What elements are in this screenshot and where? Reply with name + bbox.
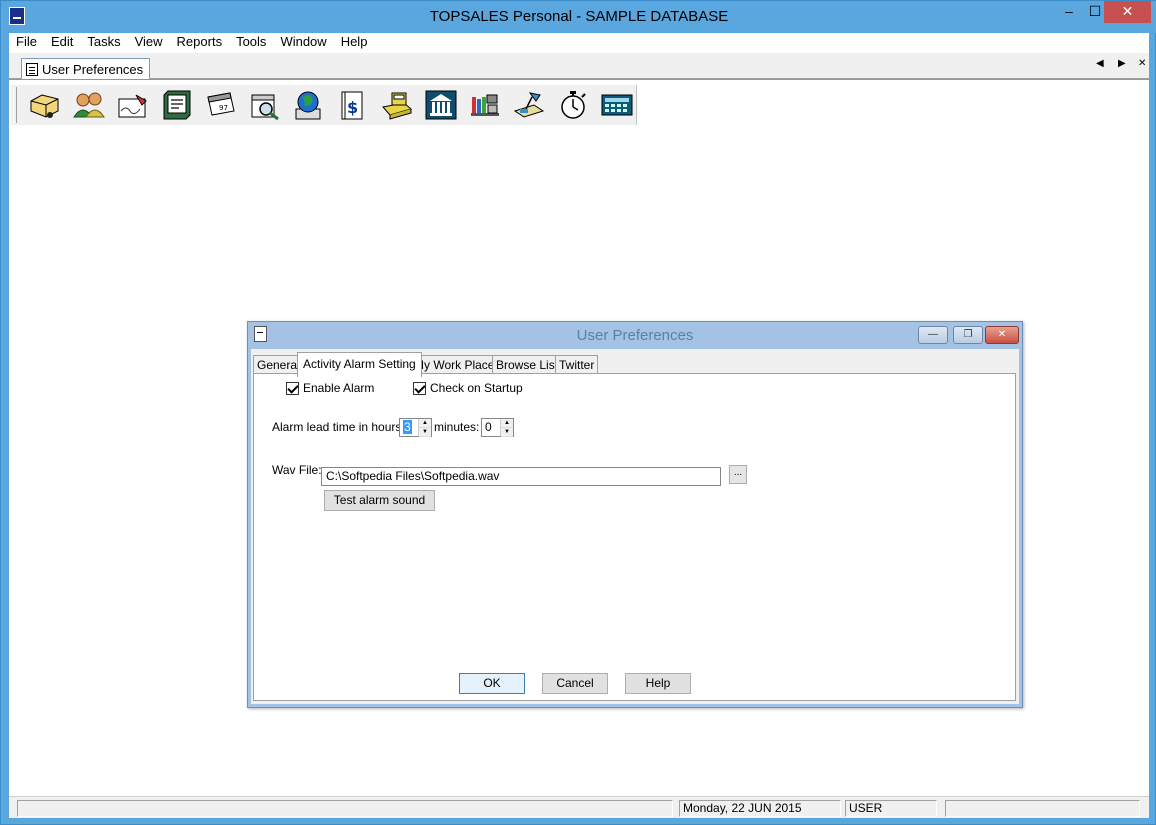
calendar-icon: 97 [207, 92, 235, 116]
stopwatch-icon [561, 91, 586, 119]
toolbar-grip[interactable] [13, 87, 17, 123]
signature-icon [118, 94, 147, 118]
billing-button[interactable]: $ [335, 88, 371, 122]
close-button[interactable]: ✕ [1104, 1, 1151, 23]
sales-button[interactable] [379, 88, 415, 122]
cancel-button[interactable]: Cancel [542, 673, 608, 694]
menu-file[interactable]: File [9, 33, 44, 53]
check-startup-checkbox[interactable] [413, 381, 426, 395]
desk-lamp-icon [513, 92, 545, 118]
tab-activity-alarm-setting[interactable]: Activity Alarm Setting [297, 352, 422, 377]
dialog-maximize-button[interactable]: ❐ [953, 326, 983, 344]
workplace-button[interactable] [511, 88, 547, 122]
internet-globe-icon [295, 91, 321, 120]
bank-button[interactable] [423, 88, 459, 122]
enable-alarm-checkbox[interactable] [286, 381, 299, 395]
minutes-spinner[interactable]: 0 ▲ ▼ [481, 418, 514, 437]
tab-twitter[interactable]: Twitter [555, 355, 599, 375]
document-icon [26, 62, 38, 76]
menu-reports[interactable]: Reports [170, 33, 230, 53]
contacts-button[interactable] [71, 88, 107, 122]
tab-my-work-place[interactable]: My Work Place [410, 355, 499, 375]
dialog-title: User Preferences [576, 327, 694, 344]
menu-tasks[interactable]: Tasks [80, 33, 127, 53]
dialog-body: General Activity Alarm Setting My Work P… [251, 349, 1019, 704]
status-panel-extra [945, 800, 1140, 817]
menu-bar: File Edit Tasks View Reports Tools Windo… [9, 33, 1149, 53]
check-startup-label: Check on Startup [430, 381, 523, 395]
calendar-button[interactable]: 97 [203, 88, 239, 122]
main-toolbar: 97 $ [11, 85, 637, 125]
letter-button[interactable] [115, 88, 151, 122]
wav-file-label: Wav File: [272, 463, 322, 477]
window-title: TOPSALES Personal - SAMPLE DATABASE [429, 8, 729, 25]
menu-window[interactable]: Window [273, 33, 333, 53]
dialog-title-bar: User Preferences — ❐ ✕ [248, 322, 1022, 348]
open-folder-icon [30, 94, 59, 118]
library-icon [471, 94, 499, 116]
minutes-value[interactable]: 0 [482, 419, 500, 436]
status-date: Monday, 22 JUN 2015 [679, 800, 841, 817]
search-magnifier-icon [251, 94, 279, 121]
svg-text:97: 97 [219, 104, 228, 112]
status-user: USER [845, 800, 937, 817]
tab-user-preferences[interactable]: User Preferences [21, 58, 151, 79]
menu-edit[interactable]: Edit [44, 33, 80, 53]
hours-down-arrow-icon[interactable]: ▼ [419, 428, 431, 437]
contacts-icon [73, 92, 105, 118]
help-button[interactable]: Help [625, 673, 691, 694]
tab-label: User Preferences [42, 61, 144, 77]
user-preferences-dialog: User Preferences — ❐ ✕ General Activity … [247, 321, 1023, 708]
open-folder-button[interactable] [27, 88, 63, 122]
minutes-label: minutes: [434, 420, 480, 434]
status-panel-message [17, 800, 673, 817]
menu-tools[interactable]: Tools [229, 33, 273, 53]
browse-wav-button[interactable]: ... [729, 465, 747, 484]
search-button[interactable] [247, 88, 283, 122]
document-tabstrip: User Preferences ◀ ▶ ✕ [9, 53, 1149, 79]
wav-file-input[interactable]: C:\Softpedia Files\Softpedia.wav [321, 467, 721, 486]
title-bar: TOPSALES Personal - SAMPLE DATABASE – ☐ … [1, 1, 1156, 33]
dialog-minimize-button[interactable]: — [918, 326, 948, 344]
timer-button[interactable] [555, 88, 591, 122]
status-bar: Monday, 22 JUN 2015 USER [9, 796, 1149, 818]
lead-time-label: Alarm lead time in hours: [272, 420, 405, 434]
toolbar-area: 97 $ [9, 80, 1149, 126]
alarm-settings-page: Enable Alarm Check on Startup Alarm lead… [253, 373, 1016, 701]
address-book-button[interactable] [159, 88, 195, 122]
calculator-button[interactable] [599, 88, 635, 122]
menu-view[interactable]: View [128, 33, 170, 53]
dialog-close-button[interactable]: ✕ [985, 326, 1019, 344]
tab-close-icon[interactable]: ✕ [1138, 58, 1146, 69]
ok-button[interactable]: OK [459, 673, 525, 694]
library-button[interactable] [467, 88, 503, 122]
hours-up-arrow-icon[interactable]: ▲ [419, 419, 431, 428]
hours-spinner[interactable]: 3 ▲ ▼ [399, 418, 432, 437]
svg-text:$: $ [347, 98, 358, 117]
calculator-icon [601, 94, 633, 116]
tab-browse-list[interactable]: Browse List [492, 355, 563, 375]
document-dollar-icon: $ [341, 91, 363, 120]
minutes-up-arrow-icon[interactable]: ▲ [501, 419, 513, 428]
tab-scroll-right-icon[interactable]: ▶ [1118, 58, 1126, 69]
enable-alarm-label: Enable Alarm [303, 381, 375, 395]
check-startup-row[interactable]: Check on Startup [413, 381, 523, 395]
menu-help[interactable]: Help [334, 33, 375, 53]
enable-alarm-row[interactable]: Enable Alarm [286, 381, 374, 395]
bank-icon [425, 90, 457, 120]
cash-register-icon [382, 92, 413, 120]
hours-value[interactable]: 3 [400, 419, 418, 436]
internet-button[interactable] [291, 88, 327, 122]
tab-scroll-left-icon[interactable]: ◀ [1096, 58, 1104, 69]
address-book-icon [163, 90, 191, 120]
minutes-down-arrow-icon[interactable]: ▼ [501, 428, 513, 437]
test-alarm-sound-button[interactable]: Test alarm sound [324, 490, 435, 511]
